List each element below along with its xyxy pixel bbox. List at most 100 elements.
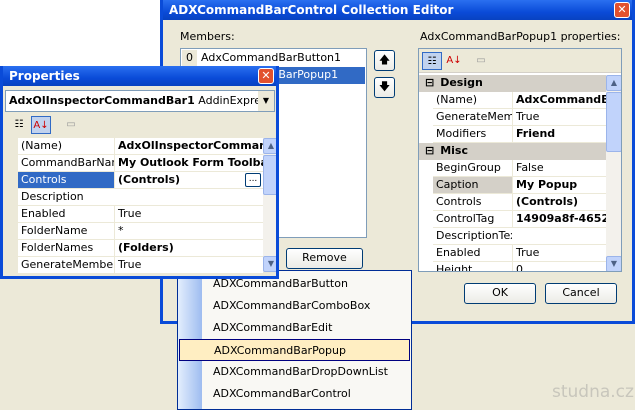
property-value[interactable]: (Controls)	[512, 194, 606, 210]
scroll-thumb[interactable]	[263, 155, 276, 195]
add-type-menu: ADXCommandBarButton ADXCommandBarComboBox…	[177, 270, 412, 410]
menu-item[interactable]: ADXCommandBarEdit	[179, 317, 410, 339]
property-row[interactable]: GenerateMemberTrue	[433, 109, 606, 126]
property-row[interactable]: Caption My Popup	[433, 177, 606, 194]
properties-toolbar: ☷ A↓ ▭	[3, 113, 276, 138]
ok-button[interactable]: OK	[464, 283, 536, 304]
property-value[interactable]: True	[512, 245, 606, 261]
property-row[interactable]: FolderNames (Folders)	[18, 240, 263, 257]
editor-close-button[interactable]: ✕	[614, 2, 630, 18]
scroll-down-icon[interactable]: ▼	[263, 256, 276, 272]
property-value[interactable]: 0	[512, 262, 606, 271]
property-value[interactable]: True	[114, 257, 263, 273]
object-name: AdxOlInspectorCommandBar1	[9, 94, 195, 107]
members-label: Members:	[180, 30, 235, 43]
move-up-button[interactable]: 🡅	[374, 50, 395, 71]
properties-window: Properties ✕ AdxOlInspectorCommandBar1 A…	[0, 66, 279, 279]
menu-item[interactable]: ADXCommandBarPopup	[179, 339, 410, 361]
properties-title: Properties	[3, 66, 276, 86]
scroll-thumb[interactable]	[606, 92, 621, 152]
arrow-up-icon: 🡅	[378, 53, 391, 66]
desktop-background	[0, 0, 160, 66]
categorized-icon[interactable]: ☷	[9, 116, 29, 134]
property-value[interactable]: True	[512, 109, 606, 125]
property-value[interactable]: True	[114, 206, 263, 222]
categorized-icon[interactable]: ☷	[422, 52, 442, 70]
property-row[interactable]: FolderName *	[18, 223, 263, 240]
property-value[interactable]: Friend	[512, 126, 606, 142]
scroll-down-icon[interactable]: ▼	[606, 256, 621, 271]
grid-toolbar: ☷ A↓ ▭	[419, 49, 621, 73]
property-row[interactable]: Controls (Controls)...	[18, 172, 263, 189]
property-name: ControlTag	[436, 212, 495, 225]
member-name: AdxCommandBarButton1	[201, 51, 342, 64]
property-name: Height	[436, 263, 473, 272]
property-row[interactable]: Controls (Controls)	[433, 194, 606, 211]
menu-item[interactable]: ADXCommandBarControl	[179, 383, 410, 405]
property-value[interactable]: *	[114, 223, 263, 239]
property-row[interactable]: Modifiers Friend	[433, 126, 606, 143]
editor-property-grid[interactable]: ☷ A↓ ▭ ⊟Design (Name) AdxCommandBarPopup1…	[418, 48, 622, 272]
move-down-button[interactable]: 🡇	[374, 77, 395, 98]
property-value[interactable]: My Outlook Form Toolbar	[114, 155, 263, 171]
property-row[interactable]: ControlTag 14909a8f-4652-	[433, 211, 606, 228]
properties-grid[interactable]: (Name) AdxOlInspectorCommandBar1CommandBa…	[3, 138, 276, 274]
object-selector[interactable]: AdxOlInspectorCommandBar1 AddinExpress.V…	[5, 90, 275, 112]
property-row[interactable]: Height 0	[433, 262, 606, 272]
cancel-button[interactable]: Cancel	[545, 283, 617, 304]
property-row[interactable]: (Name) AdxOlInspectorCommandBar1	[18, 138, 263, 155]
property-row[interactable]: GenerateMemberTrue	[18, 257, 263, 274]
property-name: Description	[21, 190, 84, 203]
property-name: Enabled	[436, 246, 481, 259]
properties-scrollbar[interactable]: ▲ ▼	[263, 138, 276, 272]
property-name: FolderName	[21, 224, 88, 237]
property-row[interactable]: Enabled True	[433, 245, 606, 262]
property-row[interactable]: CommandBarNameMy Outlook Form Toolbar	[18, 155, 263, 172]
property-row[interactable]: Description	[18, 189, 263, 206]
menu-item[interactable]: ADXCommandBarComboBox	[179, 295, 410, 317]
arrow-down-icon: 🡇	[378, 80, 391, 93]
property-value[interactable]: (Folders)	[114, 240, 263, 256]
ellipsis-button[interactable]: ...	[245, 173, 261, 187]
property-row[interactable]: (Name) AdxCommandBarPopup1	[433, 92, 606, 109]
property-row[interactable]: Enabled True	[18, 206, 263, 223]
property-name: BeginGroup	[436, 161, 501, 174]
editor-title: ADXCommandBarControl Collection Editor	[163, 0, 632, 20]
member-item[interactable]: 0 AdxCommandBarButton1	[182, 50, 365, 67]
watermark: studna.cz	[552, 382, 634, 402]
property-name: Modifiers	[436, 127, 487, 140]
chevron-down-icon[interactable]: ▼	[258, 91, 274, 111]
menu-item[interactable]: ADXCommandBarDropDownList	[179, 361, 410, 383]
property-name: Controls	[436, 195, 482, 208]
properties-close-button[interactable]: ✕	[258, 68, 274, 84]
property-row[interactable]: BeginGroup False	[433, 160, 606, 177]
properties-label: AdxCommandBarPopup1 properties:	[420, 30, 621, 43]
category-design[interactable]: ⊟ Design	[419, 75, 606, 92]
property-pages-icon[interactable]: ▭	[471, 52, 491, 70]
property-name: Caption	[433, 177, 512, 193]
property-value[interactable]: (Controls)	[114, 172, 263, 188]
property-name: (Name)	[436, 93, 478, 106]
scroll-up-icon[interactable]: ▲	[263, 138, 276, 154]
property-name: Controls	[18, 172, 114, 188]
editor-grid-scrollbar[interactable]: ▲ ▼	[606, 75, 621, 271]
category-label: Misc	[440, 144, 469, 157]
member-index: 0	[182, 50, 197, 66]
property-value[interactable]: AdxOlInspectorCommandBar1	[114, 138, 263, 154]
property-value[interactable]: 14909a8f-4652-	[512, 211, 606, 227]
category-misc[interactable]: ⊟ Misc	[419, 143, 606, 160]
property-value[interactable]: AdxCommandBarPopup1	[512, 92, 606, 108]
sort-alpha-icon[interactable]: A↓	[31, 116, 51, 134]
property-name: DescriptionText	[436, 229, 512, 242]
property-value[interactable]: My Popup	[512, 177, 606, 193]
scroll-up-icon[interactable]: ▲	[606, 75, 621, 91]
property-row[interactable]: DescriptionText	[433, 228, 606, 245]
property-name: GenerateMember	[436, 110, 512, 123]
property-name: FolderNames	[21, 241, 94, 254]
sort-alpha-icon[interactable]: A↓	[444, 52, 464, 70]
property-name: CommandBarName	[21, 156, 114, 169]
remove-button[interactable]: Remove	[286, 248, 363, 269]
property-pages-icon[interactable]: ▭	[61, 116, 81, 134]
property-name: (Name)	[21, 139, 63, 152]
property-value[interactable]: False	[512, 160, 606, 176]
